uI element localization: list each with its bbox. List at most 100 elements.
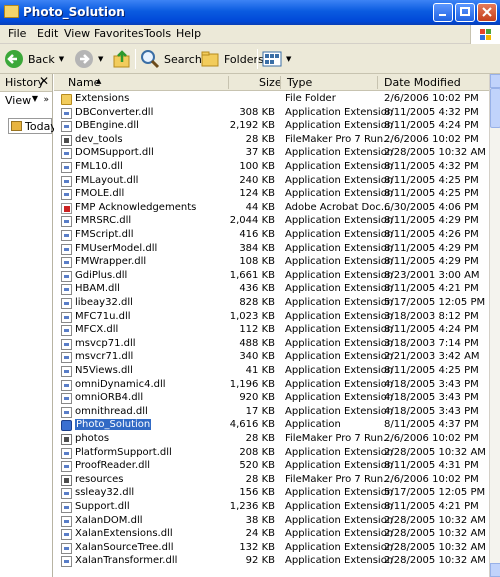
menu-edit[interactable]: Edit — [37, 27, 58, 40]
file-size: 240 KB — [239, 174, 275, 186]
file-name[interactable]: XalanTransformer.dll — [75, 555, 177, 566]
file-row[interactable]: dev_tools 28 KB FileMaker Pro 7 Run... 2/6/… — [54, 134, 489, 148]
scroll-down-icon[interactable] — [490, 563, 500, 577]
menu-file[interactable]: File — [8, 27, 26, 40]
file-name[interactable]: MFCX.dll — [75, 324, 118, 335]
scroll-thumb[interactable] — [490, 88, 500, 128]
file-name[interactable]: msvcr71.dll — [75, 351, 133, 362]
file-name[interactable]: FMOLE.dll — [75, 188, 124, 199]
file-name[interactable]: FMP Acknowledgements — [75, 202, 196, 213]
file-row[interactable]: FMUserModel.dll 384 KB Application Extensi… — [54, 243, 489, 257]
file-name[interactable]: ssleay32.dll — [75, 487, 134, 498]
file-row[interactable]: HBAM.dll 436 KB Application Extension 8/11/… — [54, 283, 489, 297]
chevron-down-icon[interactable]: ▼ — [59, 55, 64, 63]
file-row[interactable]: Photo_Solution 4,616 KB Application 8/11/20… — [54, 419, 489, 433]
folders-button[interactable]: Folders — [200, 48, 264, 70]
chevron-down-icon[interactable]: ▼ — [98, 55, 103, 63]
file-name[interactable]: N5Views.dll — [75, 365, 133, 376]
column-type[interactable]: Type — [287, 76, 312, 89]
file-row[interactable]: XalanDOM.dll 38 KB Application Extension 2/… — [54, 515, 489, 529]
file-name[interactable]: XalanDOM.dll — [75, 515, 143, 526]
file-name[interactable]: XalanSourceTree.dll — [75, 542, 174, 553]
file-row[interactable]: omnithread.dll 17 KB Application Extension… — [54, 406, 489, 420]
file-name[interactable]: FMLayout.dll — [75, 175, 138, 186]
file-row[interactable]: XalanTransformer.dll 92 KB Application Ext… — [54, 555, 489, 569]
file-name[interactable]: msvcp71.dll — [75, 338, 136, 349]
file-row[interactable]: DBEngine.dll 2,192 KB Application Extensio… — [54, 120, 489, 134]
menu-help[interactable]: Help — [176, 27, 201, 40]
file-row[interactable]: MFCX.dll 112 KB Application Extension 8/11/… — [54, 324, 489, 338]
chevron-down-icon[interactable]: ▼ — [286, 55, 291, 63]
file-name[interactable]: Photo_Solution — [75, 419, 152, 431]
file-name[interactable]: GdiPlus.dll — [75, 270, 127, 281]
file-name[interactable]: FMUserModel.dll — [75, 243, 157, 254]
file-name[interactable]: dev_tools — [75, 134, 123, 145]
file-name[interactable]: MFC71u.dll — [75, 311, 131, 322]
file-name[interactable]: DBEngine.dll — [75, 120, 139, 131]
file-name[interactable]: FMWrapper.dll — [75, 256, 146, 267]
file-type: Application Extension — [285, 487, 394, 499]
file-name[interactable]: omniORB4.dll — [75, 392, 143, 403]
file-row[interactable]: N5Views.dll 41 KB Application Extension 8/1… — [54, 365, 489, 379]
file-row[interactable]: omniORB4.dll 920 KB Application Extension 4… — [54, 392, 489, 406]
file-row[interactable]: msvcr71.dll 340 KB Application Extension 2/… — [54, 351, 489, 365]
file-name[interactable]: PlatformSupport.dll — [75, 447, 172, 458]
file-row[interactable]: DOMSupport.dll 37 KB Application Extension… — [54, 147, 489, 161]
up-folder-button[interactable] — [112, 48, 136, 70]
file-row[interactable]: FMWrapper.dll 108 KB Application Extension… — [54, 256, 489, 270]
file-row[interactable]: FMP Acknowledgements 44 KB Adobe Acrobat D… — [54, 202, 489, 216]
file-name[interactable]: FML10.dll — [75, 161, 123, 172]
file-name[interactable]: omniDynamic4.dll — [75, 379, 166, 390]
menu-tools[interactable]: Tools — [144, 27, 171, 40]
file-name[interactable]: HBAM.dll — [75, 283, 120, 294]
file-row[interactable]: Extensions File Folder 2/6/2006 10:02 PM — [54, 93, 489, 107]
column-size[interactable]: Size — [259, 76, 282, 89]
close-button[interactable] — [477, 3, 497, 22]
file-row[interactable]: DBConverter.dll 308 KB Application Extensi… — [54, 107, 489, 121]
file-row[interactable]: omniDynamic4.dll 1,196 KB Application Exte… — [54, 379, 489, 393]
forward-button[interactable]: ▼ — [74, 48, 103, 70]
search-button[interactable]: Search — [140, 48, 202, 70]
file-name[interactable]: DBConverter.dll — [75, 107, 153, 118]
menu-view[interactable]: View — [64, 27, 90, 40]
views-button[interactable]: ▼ — [262, 48, 291, 70]
vertical-scrollbar[interactable] — [489, 74, 500, 577]
file-name[interactable]: Support.dll — [75, 501, 130, 512]
file-name[interactable]: ProofReader.dll — [75, 460, 150, 471]
file-name[interactable]: libeay32.dll — [75, 297, 133, 308]
file-name[interactable]: resources — [75, 474, 123, 485]
file-row[interactable]: MFC71u.dll 1,023 KB Application Extension 3… — [54, 311, 489, 325]
file-row[interactable]: FMLayout.dll 240 KB Application Extension 8… — [54, 175, 489, 189]
file-row[interactable]: libeay32.dll 828 KB Application Extension 5… — [54, 297, 489, 311]
close-icon[interactable]: ✕ — [39, 74, 49, 88]
history-item-today[interactable]: Today — [8, 118, 57, 134]
back-button[interactable]: Back ▼ — [4, 48, 64, 70]
scroll-up-icon[interactable] — [490, 74, 500, 88]
file-row[interactable]: XalanSourceTree.dll 132 KB Application Ext… — [54, 542, 489, 556]
file-row[interactable]: FMScript.dll 416 KB Application Extension 8… — [54, 229, 489, 243]
view-menu[interactable]: View ▼ » — [0, 92, 52, 110]
column-date-modified[interactable]: Date Modified — [384, 76, 461, 89]
file-row[interactable]: GdiPlus.dll 1,661 KB Application Extension… — [54, 270, 489, 284]
file-row[interactable]: resources 28 KB FileMaker Pro 7 Run... 2/6/… — [54, 474, 489, 488]
minimize-button[interactable] — [433, 3, 453, 22]
file-row[interactable]: PlatformSupport.dll 208 KB Application Ext… — [54, 447, 489, 461]
menu-favorites[interactable]: Favorites — [94, 27, 144, 40]
file-row[interactable]: Support.dll 1,236 KB Application Extension… — [54, 501, 489, 515]
file-name[interactable]: FMRSRC.dll — [75, 215, 131, 226]
file-row[interactable]: XalanExtensions.dll 24 KB Application Exte… — [54, 528, 489, 542]
file-row[interactable]: FMRSRC.dll 2,044 KB Application Extension 8… — [54, 215, 489, 229]
file-row[interactable]: ProofReader.dll 520 KB Application Extensi… — [54, 460, 489, 474]
file-name[interactable]: DOMSupport.dll — [75, 147, 154, 158]
file-row[interactable]: ssleay32.dll 156 KB Application Extension 5… — [54, 487, 489, 501]
file-name[interactable]: XalanExtensions.dll — [75, 528, 173, 539]
file-row[interactable]: msvcp71.dll 488 KB Application Extension 3/… — [54, 338, 489, 352]
file-name[interactable]: omnithread.dll — [75, 406, 148, 417]
file-name[interactable]: photos — [75, 433, 109, 444]
file-row[interactable]: FML10.dll 100 KB Application Extension 8/11… — [54, 161, 489, 175]
file-name[interactable]: Extensions — [75, 93, 129, 104]
file-name[interactable]: FMScript.dll — [75, 229, 133, 240]
file-row[interactable]: FMOLE.dll 124 KB Application Extension 8/11… — [54, 188, 489, 202]
file-row[interactable]: photos 28 KB FileMaker Pro 7 Run... 2/6/200… — [54, 433, 489, 447]
maximize-button[interactable] — [455, 3, 475, 22]
